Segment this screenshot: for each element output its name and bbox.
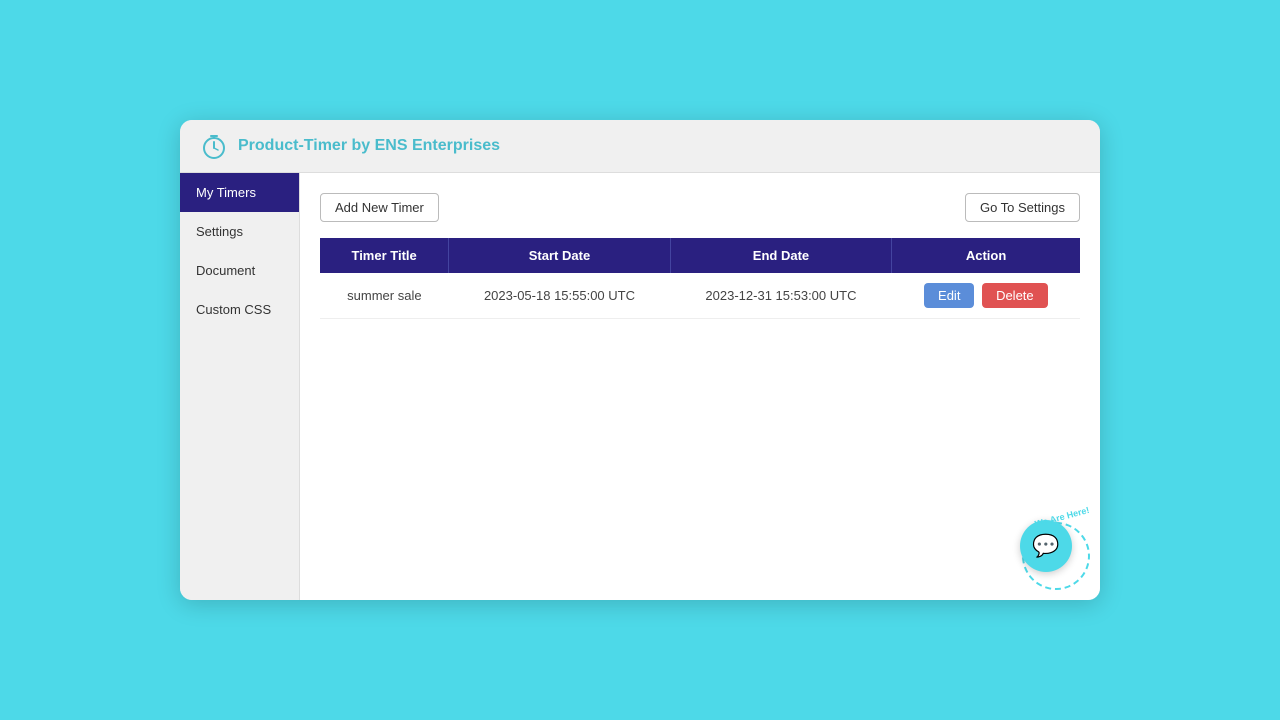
chat-widget[interactable]: 💬 [1020,520,1072,572]
app-window: Product-Timer by ENS Enterprises My Time… [180,120,1100,600]
chat-icon: 💬 [1032,533,1059,559]
main-content: Add New Timer Go To Settings Timer Title… [300,173,1100,600]
table-header-row: Timer Title Start Date End Date Action [320,238,1080,273]
add-new-timer-button[interactable]: Add New Timer [320,193,439,222]
sidebar-item-document[interactable]: Document [180,251,299,290]
timer-icon [200,132,228,160]
sidebar: My Timers Settings Document Custom CSS [180,173,300,600]
table-row: summer sale 2023-05-18 15:55:00 UTC 2023… [320,273,1080,319]
timers-table: Timer Title Start Date End Date Action s… [320,238,1080,319]
chat-widget-ring: 💬 [1022,522,1090,590]
action-cell: Edit Delete [892,273,1080,319]
col-header-title: Timer Title [320,238,449,273]
header: Product-Timer by ENS Enterprises [180,120,1100,173]
sidebar-item-settings[interactable]: Settings [180,212,299,251]
app-title: Product-Timer by ENS Enterprises [238,137,500,155]
sidebar-item-custom-css[interactable]: Custom CSS [180,290,299,329]
col-header-action: Action [892,238,1080,273]
edit-button[interactable]: Edit [924,283,974,308]
sidebar-item-my-timers[interactable]: My Timers [180,173,299,212]
end-date-cell: 2023-12-31 15:53:00 UTC [670,273,891,319]
delete-button[interactable]: Delete [982,283,1048,308]
start-date-cell: 2023-05-18 15:55:00 UTC [449,273,670,319]
col-header-start-date: Start Date [449,238,670,273]
timer-title-cell: summer sale [320,273,449,319]
main-layout: My Timers Settings Document Custom CSS A… [180,173,1100,600]
col-header-end-date: End Date [670,238,891,273]
toolbar: Add New Timer Go To Settings [320,193,1080,222]
go-to-settings-button[interactable]: Go To Settings [965,193,1080,222]
